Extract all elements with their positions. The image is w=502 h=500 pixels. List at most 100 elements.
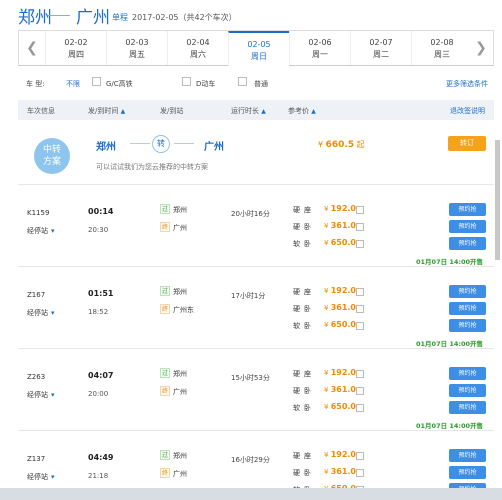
stops-link[interactable]: 经停站 ▾ xyxy=(27,472,55,482)
checkbox-normal[interactable] xyxy=(238,77,247,86)
seat-checkbox[interactable] xyxy=(356,452,364,460)
arrival-time: 20:30 xyxy=(88,226,109,234)
sort-triangle-icon: ▲ xyxy=(261,108,266,115)
transfer-price: ¥ 660.5 起 xyxy=(318,139,365,150)
trip-type: 单程 xyxy=(112,13,128,22)
book-button[interactable]: 预约抢 xyxy=(449,466,486,479)
book-button[interactable]: 预约抢 xyxy=(449,367,486,380)
departure-time: 04:49 xyxy=(88,453,114,462)
book-button[interactable]: 预约抢 xyxy=(449,302,486,315)
price-value: 192.0 xyxy=(330,286,356,295)
date-tab-02-08[interactable]: 02-08 周三 xyxy=(411,31,472,65)
seat-checkbox[interactable] xyxy=(356,370,364,378)
seat-price: ¥ 361.0 xyxy=(324,467,356,476)
book-button[interactable]: 预约抢 xyxy=(449,319,486,332)
sale-time: 01月07日 14:00开售 xyxy=(416,422,484,430)
from-city: 郑州 xyxy=(18,8,52,28)
seat-checkbox[interactable] xyxy=(356,240,364,248)
more-filters-link[interactable]: 更多筛选条件 xyxy=(446,79,488,89)
seat-checkbox[interactable] xyxy=(356,469,364,477)
currency-symbol: ¥ xyxy=(324,468,331,476)
price-value: 650.0 xyxy=(330,320,356,329)
date-tab-02-06[interactable]: 02-06 周一 xyxy=(289,31,350,65)
date-tab-02-02[interactable]: 02-02 周四 xyxy=(45,31,106,65)
date-label: 02-08 xyxy=(430,38,454,47)
arrival-time: 18:52 xyxy=(88,308,109,316)
price-value: 361.0 xyxy=(330,303,356,312)
seat-checkbox[interactable] xyxy=(356,404,364,412)
stops-link[interactable]: 经停站 ▾ xyxy=(27,226,55,236)
col-time[interactable]: 发/到时间 ▲ xyxy=(88,106,125,116)
col-price[interactable]: 参考价 ▲ xyxy=(288,106,316,116)
transfer-badge: 转 xyxy=(152,135,170,153)
stops-label: 经停站 xyxy=(27,473,48,481)
sort-triangle-icon: ▲ xyxy=(311,108,316,115)
train-number[interactable]: Z263 xyxy=(27,373,45,381)
seat-checkbox[interactable] xyxy=(356,387,364,395)
filter-all[interactable]: 不限 xyxy=(66,79,80,89)
book-button[interactable]: 预约抢 xyxy=(449,384,486,397)
departure-time: 04:07 xyxy=(88,371,114,380)
weekday-label: 周五 xyxy=(129,50,145,59)
transfer-price-suffix: 起 xyxy=(356,140,365,149)
train-number[interactable]: Z167 xyxy=(27,291,45,299)
train-row: Z263 经停站 ▾ 04:07 20:00 过郑州终广州 15小时53分 硬座 ¥ 192.0… xyxy=(18,348,494,430)
transfer-line-right xyxy=(174,143,194,144)
date-tab-02-05[interactable]: 02-05 周日 xyxy=(228,31,289,66)
seat-checkbox[interactable] xyxy=(356,322,364,330)
transfer-price-prefix: ¥ xyxy=(318,140,324,149)
price-value: 361.0 xyxy=(330,385,356,394)
terminal-tag: 终 xyxy=(160,386,170,396)
seat-class: 硬座 xyxy=(293,288,315,296)
book-button[interactable]: 预约抢 xyxy=(449,401,486,414)
stops-link[interactable]: 经停站 ▾ xyxy=(27,308,55,318)
date-tab-02-03[interactable]: 02-03 周五 xyxy=(106,31,167,65)
transfer-line-left xyxy=(130,143,150,144)
col-duration[interactable]: 运行时长 ▲ xyxy=(231,106,266,116)
scrollbar[interactable] xyxy=(495,140,500,260)
arrival-station: 广州 xyxy=(173,224,187,232)
pass-tag: 过 xyxy=(160,286,170,296)
book-button[interactable]: 预约抢 xyxy=(449,285,486,298)
chevron-right-icon[interactable]: ❯ xyxy=(468,31,494,65)
checkbox-d[interactable] xyxy=(182,77,191,86)
seat-price: ¥ 650.0 xyxy=(324,238,356,247)
seat-checkbox[interactable] xyxy=(356,288,364,296)
date-tab-02-07[interactable]: 02-07 周二 xyxy=(350,31,411,65)
seat-checkbox[interactable] xyxy=(356,206,364,214)
train-number[interactable]: K1159 xyxy=(27,209,49,217)
train-number[interactable]: Z137 xyxy=(27,455,45,463)
weekday-label: 周六 xyxy=(190,50,206,59)
seat-checkbox[interactable] xyxy=(356,305,364,313)
bottom-bar xyxy=(0,488,502,500)
seat-class: 硬卧 xyxy=(293,223,315,231)
arrival-station: 广州 xyxy=(173,470,187,478)
transfer-note: 可以试试我们为您云推荐的中转方案 xyxy=(96,163,208,171)
filter-gc[interactable]: G/C高铁 xyxy=(106,79,133,89)
seat-price: ¥ 650.0 xyxy=(324,402,356,411)
seat-class: 硬卧 xyxy=(293,469,315,477)
transfer-icon: 中转 方案 xyxy=(34,138,70,174)
date-tab-02-04[interactable]: 02-04 周六 xyxy=(167,31,228,65)
stops-link[interactable]: 经停站 ▾ xyxy=(27,390,55,400)
currency-symbol: ¥ xyxy=(324,321,331,329)
book-button[interactable]: 预约抢 xyxy=(449,449,486,462)
book-button[interactable]: 预约抢 xyxy=(449,220,486,233)
arrival-station: 广州 xyxy=(173,388,187,396)
transfer-book-button[interactable]: 转订 xyxy=(448,136,486,151)
seat-checkbox[interactable] xyxy=(356,223,364,231)
chevron-left-icon[interactable]: ❮ xyxy=(19,31,45,65)
book-button[interactable]: 预约抢 xyxy=(449,203,486,216)
arrival-time: 21:18 xyxy=(88,472,109,480)
filter-normal[interactable]: 普通 xyxy=(254,79,268,89)
seat-class: 软卧 xyxy=(293,322,315,330)
book-button[interactable]: 预约抢 xyxy=(449,237,486,250)
seat-class: 硬卧 xyxy=(293,305,315,313)
price-value: 650.0 xyxy=(330,238,356,247)
price-value: 192.0 xyxy=(330,204,356,213)
filter-d[interactable]: D动车 xyxy=(196,79,215,89)
transfer-plan: 中转 方案 郑州 转 广州 ¥ 660.5 起 转订 可以试试我们为您云推荐的中… xyxy=(18,124,494,182)
refund-info-link[interactable]: 退改签说明 xyxy=(450,106,485,116)
currency-symbol: ¥ xyxy=(324,205,331,213)
checkbox-gc[interactable] xyxy=(92,77,101,86)
